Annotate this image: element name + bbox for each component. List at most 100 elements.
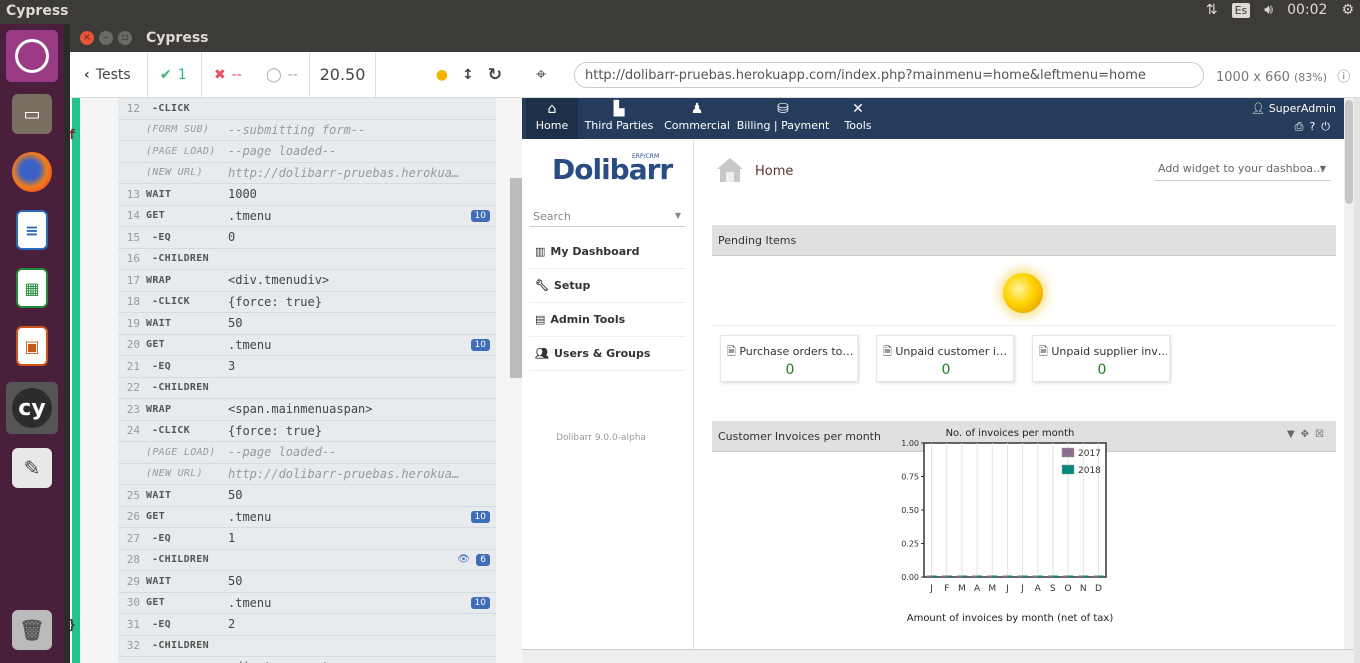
command-row[interactable]: 30 GET .tmenu 10	[118, 593, 496, 614]
window-maximize-button[interactable]: ▫	[118, 31, 132, 45]
command-row[interactable]: 12 -CLICK	[118, 98, 496, 120]
top-menu-tools[interactable]: ✕ Tools	[832, 98, 884, 139]
aut-scroll-thumb[interactable]	[1345, 100, 1353, 204]
eye-slash-icon: 👁︎	[457, 553, 470, 565]
ubuntu-launcher: ▭ ≡ ▦ ▣ cy ✎ 🗑︎	[0, 24, 64, 663]
left-menu-label: My Dashboard	[550, 245, 640, 258]
search-select[interactable]: Search ▼	[529, 207, 685, 227]
window-close-button[interactable]: ×	[80, 31, 94, 45]
command-message: {force: true}	[228, 294, 322, 309]
text-editor-launcher[interactable]: ✎	[6, 442, 58, 494]
help-icon[interactable]: ?	[1309, 120, 1321, 133]
command-row[interactable]: (PAGE LOAD) --page loaded--	[118, 442, 496, 464]
reporter-scrollbar[interactable]	[510, 178, 522, 378]
files-launcher[interactable]: ▭	[6, 88, 58, 140]
circle-notch-icon: ◯	[266, 66, 282, 83]
left-menu-admin-tools[interactable]: ▤ Admin Tools	[529, 303, 685, 337]
command-row[interactable]: (PAGE LOAD) --page loaded--	[118, 141, 496, 163]
logout-icon[interactable]: ⏻	[1321, 120, 1336, 133]
top-menu-commercial[interactable]: ♟ Commercial	[660, 98, 734, 139]
command-row[interactable]: 24 -CLICK {force: true}	[118, 421, 496, 442]
left-menu-my-dashboard[interactable]: ▥ My Dashboard	[529, 235, 685, 269]
stat-box[interactable]: 🗎︎ Unpaid supplier inv… 0	[1032, 335, 1170, 382]
command-row[interactable]: 32 -CHILDREN	[118, 636, 496, 657]
clock[interactable]: 00:02	[1287, 2, 1327, 18]
auto-scroll-toggle-icon[interactable]: ↕	[462, 67, 474, 83]
command-row[interactable]: (NEW URL) http://dolibarr-pruebas.herokua…	[118, 163, 496, 184]
command-row[interactable]: 13 WAIT 1000	[118, 184, 496, 206]
command-number: 13	[126, 187, 140, 201]
command-row[interactable]: 26 GET .tmenu 10	[118, 507, 496, 528]
x-tick-label: A	[1035, 584, 1042, 594]
window-minimize-button[interactable]: –	[99, 31, 113, 45]
command-number: 28	[126, 553, 140, 567]
volume-icon[interactable]: 🔊︎	[1264, 2, 1273, 18]
command-row[interactable]: 28 -CHILDREN 👁︎ 6	[118, 550, 496, 571]
restart-tests-icon[interactable]: ↻	[488, 65, 502, 85]
building-icon: ▙	[613, 101, 625, 117]
command-row[interactable]: 16 -CHILDREN	[118, 249, 496, 270]
keyboard-layout-indicator[interactable]: Es	[1231, 2, 1251, 18]
close-box-icon[interactable]: ☒	[1315, 429, 1330, 440]
command-row[interactable]: 21 -EQ 3	[118, 356, 496, 378]
next-chart-title: Amount of invoices by month (net of tax)	[907, 613, 1114, 624]
network-icon[interactable]: ⇅	[1206, 2, 1218, 18]
passed-value: 1	[177, 66, 187, 83]
command-row[interactable]: 22 -CHILDREN	[118, 378, 496, 399]
command-row[interactable]: 33WRAP<div.tmenucenter>	[118, 657, 496, 663]
move-icon[interactable]: ✥	[1301, 429, 1315, 440]
command-row[interactable]: 23 WRAP <span.mainmenuaspan>	[118, 399, 496, 421]
aut-horizontal-scrollbar[interactable]	[522, 649, 1354, 663]
firefox-launcher[interactable]	[6, 146, 58, 198]
user-menu[interactable]: 👤︎ SuperAdmin	[1251, 102, 1336, 115]
command-row[interactable]: 14 GET .tmenu 10	[118, 206, 496, 227]
document-icon: 🗎︎	[727, 345, 740, 358]
settings-gear-icon[interactable]: ⚙	[1341, 2, 1354, 18]
command-row[interactable]: 18 -CLICK {force: true}	[118, 292, 496, 313]
cypress-launcher[interactable]: cy	[6, 382, 58, 434]
info-icon[interactable]: ⓘ	[1337, 70, 1350, 85]
stat-box[interactable]: 🗎︎ Unpaid customer i… 0	[876, 335, 1014, 382]
command-number: 29	[126, 574, 140, 588]
add-widget-select[interactable]: Add widget to your dashboa… ▼	[1154, 159, 1330, 181]
selector-playground-icon[interactable]: ⌖	[536, 64, 546, 85]
command-row[interactable]: 20 GET .tmenu 10	[118, 335, 496, 356]
left-menu-users-groups[interactable]: 👥︎ Users & Groups	[529, 337, 685, 371]
dolibarr-app: ⌂ Home ▙ Third Parties ♟ Commercial ⛁ Billing |…	[522, 98, 1344, 649]
impress-launcher[interactable]: ▣	[6, 320, 58, 372]
command-row[interactable]: 19 WAIT 50	[118, 313, 496, 335]
bar-2018	[992, 575, 998, 577]
aut-url-bar[interactable]: http://dolibarr-pruebas.herokuapp.com/in…	[574, 62, 1204, 88]
filter-icon[interactable]: ▼	[1287, 429, 1301, 440]
command-list: 12 -CLICK (FORM SUB) --submitting form-- (PA…	[118, 98, 496, 663]
command-row[interactable]: (NEW URL) http://dolibarr-pruebas.herokua…	[118, 464, 496, 485]
command-number: 17	[126, 273, 140, 287]
viewport-size[interactable]: 1000 x 660 (83%) ⓘ	[1216, 66, 1350, 85]
left-menu-label: Users & Groups	[553, 347, 651, 360]
command-row[interactable]: 17 WRAP <div.tmenudiv>	[118, 270, 496, 292]
command-number: 27	[126, 531, 140, 545]
print-icon[interactable]: ⎙	[1295, 120, 1310, 133]
command-row[interactable]: 31 -EQ 2	[118, 614, 496, 636]
auto-scroll-dot-icon[interactable]: ●	[436, 67, 448, 83]
top-menu-billing-payment[interactable]: ⛁ Billing | Payment	[736, 98, 830, 139]
x-tick-label: O	[1065, 584, 1072, 594]
aut-vertical-scrollbar[interactable]	[1344, 98, 1354, 649]
command-row[interactable]: 29 WAIT 50	[118, 571, 496, 593]
stat-box[interactable]: 🗎︎ Purchase orders to… 0	[720, 335, 858, 382]
left-menu-setup[interactable]: 🔧︎ Setup	[529, 269, 685, 303]
command-name: WRAP	[146, 403, 172, 415]
top-menu-home[interactable]: ⌂ Home	[526, 98, 578, 139]
command-row[interactable]: 27 -EQ 1	[118, 528, 496, 550]
command-name: -EQ	[152, 231, 171, 243]
tests-back-button[interactable]: ‹ Tests	[70, 51, 148, 98]
ubuntu-dash-button[interactable]	[6, 30, 58, 82]
trash-launcher[interactable]: 🗑︎	[6, 604, 58, 656]
command-row[interactable]: 25 WAIT 50	[118, 485, 496, 507]
calc-launcher[interactable]: ▦	[6, 262, 58, 314]
wrench-icon: 🔧︎	[535, 279, 549, 292]
command-row[interactable]: (FORM SUB) --submitting form--	[118, 120, 496, 141]
command-row[interactable]: 15 -EQ 0	[118, 227, 496, 249]
writer-launcher[interactable]: ≡	[6, 204, 58, 256]
top-menu-third-parties[interactable]: ▙ Third Parties	[580, 98, 658, 139]
